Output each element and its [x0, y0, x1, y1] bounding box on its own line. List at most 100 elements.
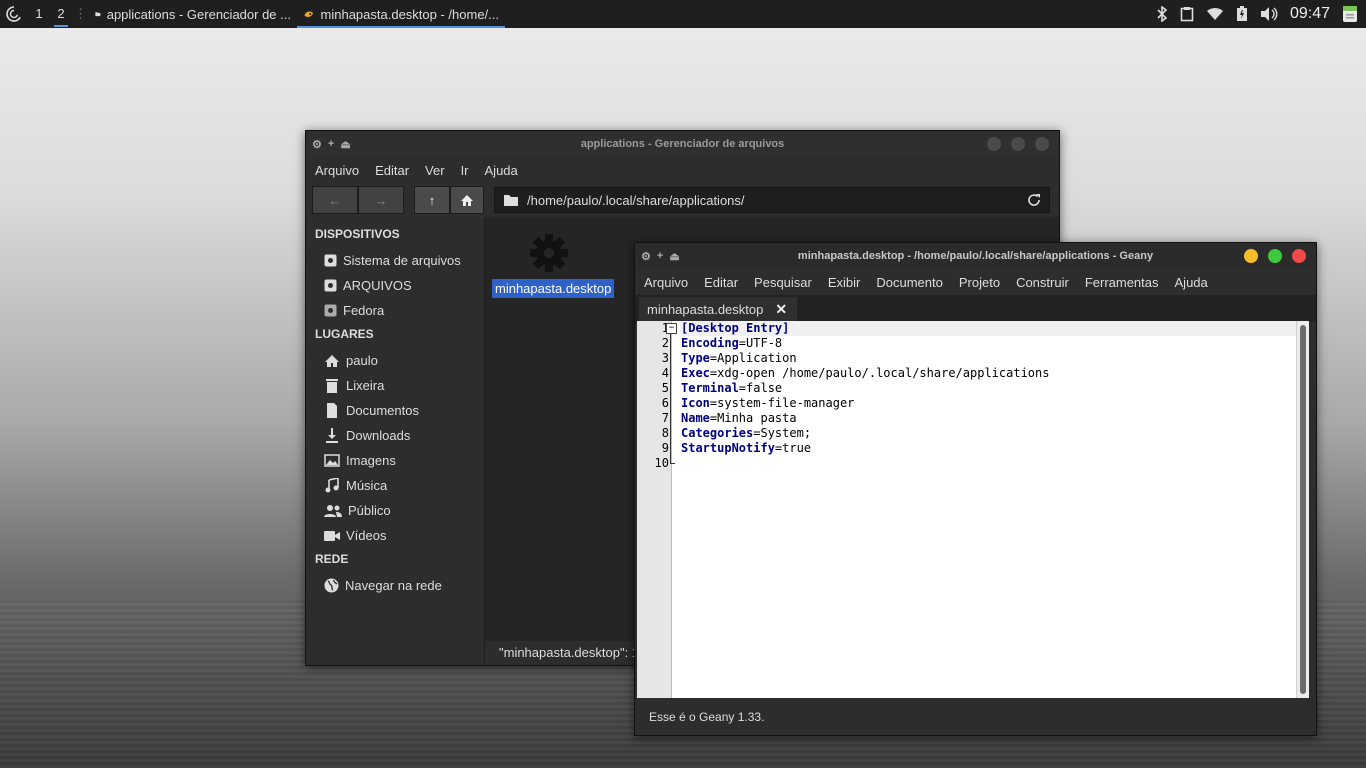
task-label: applications - Gerenciador de ... — [106, 6, 291, 22]
back-button[interactable]: ← — [312, 186, 358, 214]
line-number: 7 — [661, 411, 669, 425]
menu-pesquisar[interactable]: Pesquisar — [754, 275, 812, 290]
eject-icon[interactable]: ⏏ — [669, 250, 679, 263]
plus-icon[interactable]: + — [657, 250, 663, 263]
sidebar-header-places: LUGARES — [315, 327, 374, 341]
selected-file-name[interactable]: minhapasta.desktop — [492, 279, 615, 298]
menubar: Arquivo Editar Ver Ir Ajuda — [306, 157, 1059, 183]
folder-icon — [504, 195, 518, 206]
reload-icon[interactable] — [1027, 193, 1041, 207]
sidebar-item-videos[interactable]: Vídeos — [306, 523, 484, 548]
menu-documento[interactable]: Documento — [876, 275, 942, 290]
plus-icon[interactable]: + — [328, 138, 334, 151]
line-number: 5 — [661, 381, 669, 395]
battery-icon[interactable] — [1236, 6, 1248, 22]
sidebar-item-label: Lixeira — [346, 378, 385, 393]
sidebar-header-devices: DISPOSITIVOS — [315, 227, 400, 241]
code-text[interactable]: [Desktop Entry] Encoding=UTF-8 Type=Appl… — [680, 321, 1296, 698]
file-manager-titlebar[interactable]: ⚙ + ⏏ applications - Gerenciador de arqu… — [306, 131, 1059, 157]
gear-icon[interactable]: ⚙ — [641, 250, 651, 263]
sidebar-item-lixeira[interactable]: Lixeira — [306, 373, 484, 398]
sidebar-item-publico[interactable]: Público — [306, 498, 484, 523]
line-number: 2 — [661, 336, 669, 350]
vertical-scrollbar[interactable] — [1296, 321, 1309, 698]
task-file-manager[interactable]: applications - Gerenciador de ... — [89, 0, 297, 28]
menu-ir[interactable]: Ir — [461, 163, 469, 178]
fold-margin: − — [666, 321, 680, 698]
sidebar-item-musica[interactable]: Música — [306, 473, 484, 498]
window-title: minhapasta.desktop - /home/paulo/.local/… — [797, 250, 1154, 262]
drive-icon — [324, 254, 337, 267]
menu-ver[interactable]: Ver — [425, 163, 445, 178]
sidebar-item-label: Público — [348, 503, 391, 518]
line-number: 6 — [661, 396, 669, 410]
arrow-up-icon: ↑ — [428, 192, 436, 208]
menu-ajuda[interactable]: Ajuda — [485, 163, 518, 178]
bluetooth-icon[interactable] — [1156, 6, 1168, 22]
code-line: Name=Minha pasta — [681, 411, 797, 425]
gear-icon[interactable]: ⚙ — [312, 138, 322, 151]
desktop-file-icon[interactable] — [529, 233, 569, 276]
eject-icon[interactable]: ⏏ — [340, 138, 350, 151]
up-button[interactable]: ↑ — [414, 186, 450, 214]
notes-icon[interactable] — [1342, 5, 1358, 23]
volume-icon[interactable] — [1260, 6, 1278, 22]
sidebar-item-arquivos[interactable]: ARQUIVOS — [306, 273, 484, 298]
maximize-button[interactable] — [1268, 249, 1282, 263]
sidebar-item-paulo[interactable]: paulo — [306, 348, 484, 373]
home-icon — [461, 194, 473, 206]
gear-icon — [530, 234, 568, 272]
sidebar-item-imagens[interactable]: Imagens — [306, 448, 484, 473]
location-bar[interactable]: /home/paulo/.local/share/applications/ — [494, 187, 1050, 213]
close-button[interactable] — [1292, 249, 1306, 263]
minimize-button[interactable] — [1244, 249, 1258, 263]
code-editor[interactable]: 1 2 3 4 5 6 7 8 9 10 − [Desktop Entry] E… — [637, 321, 1309, 698]
line-number: 3 — [661, 351, 669, 365]
task-label: minhapasta.desktop - /home/... — [320, 6, 499, 22]
fold-toggle-icon[interactable]: − — [666, 323, 677, 334]
sidebar-header-network: REDE — [315, 552, 349, 566]
maximize-button[interactable] — [1011, 137, 1025, 151]
menu-exibir[interactable]: Exibir — [828, 275, 861, 290]
close-button[interactable] — [1035, 137, 1049, 151]
location-path[interactable]: /home/paulo/.local/share/applications/ — [527, 193, 1019, 208]
menu-arquivo[interactable]: Arquivo — [315, 163, 359, 178]
minimize-button[interactable] — [987, 137, 1001, 151]
close-tab-icon[interactable]: ✕ — [775, 301, 787, 318]
tab-minhapasta[interactable]: minhapasta.desktop ✕ — [639, 297, 798, 322]
menu-ferramentas[interactable]: Ferramentas — [1085, 275, 1159, 290]
line-number: 10 — [654, 456, 669, 470]
code-line: Exec=xdg-open /home/paulo/.local/share/a… — [681, 366, 1050, 380]
geany-titlebar[interactable]: ⚙ + ⏏ minhapasta.desktop - /home/paulo/.… — [635, 243, 1316, 269]
workspace-1[interactable]: 1 — [28, 0, 50, 28]
home-button[interactable] — [450, 186, 484, 214]
menubar: Arquivo Editar Pesquisar Exibir Document… — [635, 269, 1316, 295]
sidebar-item-label: Sistema de arquivos — [343, 253, 461, 268]
geany-icon — [304, 11, 314, 17]
sidebar-item-label: Imagens — [346, 453, 396, 468]
menu-projeto[interactable]: Projeto — [959, 275, 1000, 290]
workspace-2[interactable]: 2 — [50, 0, 72, 28]
code-line: Icon=system-file-manager — [681, 396, 855, 410]
globe-icon — [324, 578, 339, 593]
sidebar-item-browse-network[interactable]: Navegar na rede — [306, 573, 484, 598]
menu-ajuda[interactable]: Ajuda — [1175, 275, 1208, 290]
sidebar-item-label: Vídeos — [346, 528, 387, 543]
sidebar-item-fedora[interactable]: Fedora — [306, 298, 484, 323]
wifi-icon[interactable] — [1206, 7, 1224, 21]
menu-arquivo[interactable]: Arquivo — [644, 275, 688, 290]
debian-menu-icon[interactable] — [0, 0, 28, 28]
clock[interactable]: 09:47 — [1290, 5, 1330, 23]
panel-separator: ⋮ — [74, 6, 87, 21]
sidebar-item-filesystem[interactable]: Sistema de arquivos — [306, 248, 484, 273]
clipboard-icon[interactable] — [1180, 6, 1194, 22]
forward-button[interactable]: → — [358, 186, 404, 214]
menu-editar[interactable]: Editar — [375, 163, 409, 178]
sidebar-item-downloads[interactable]: Downloads — [306, 423, 484, 448]
menu-editar[interactable]: Editar — [704, 275, 738, 290]
menu-construir[interactable]: Construir — [1016, 275, 1069, 290]
sidebar-item-documentos[interactable]: Documentos — [306, 398, 484, 423]
task-geany[interactable]: minhapasta.desktop - /home/... — [297, 0, 505, 28]
sidebar-item-label: Fedora — [343, 303, 385, 318]
